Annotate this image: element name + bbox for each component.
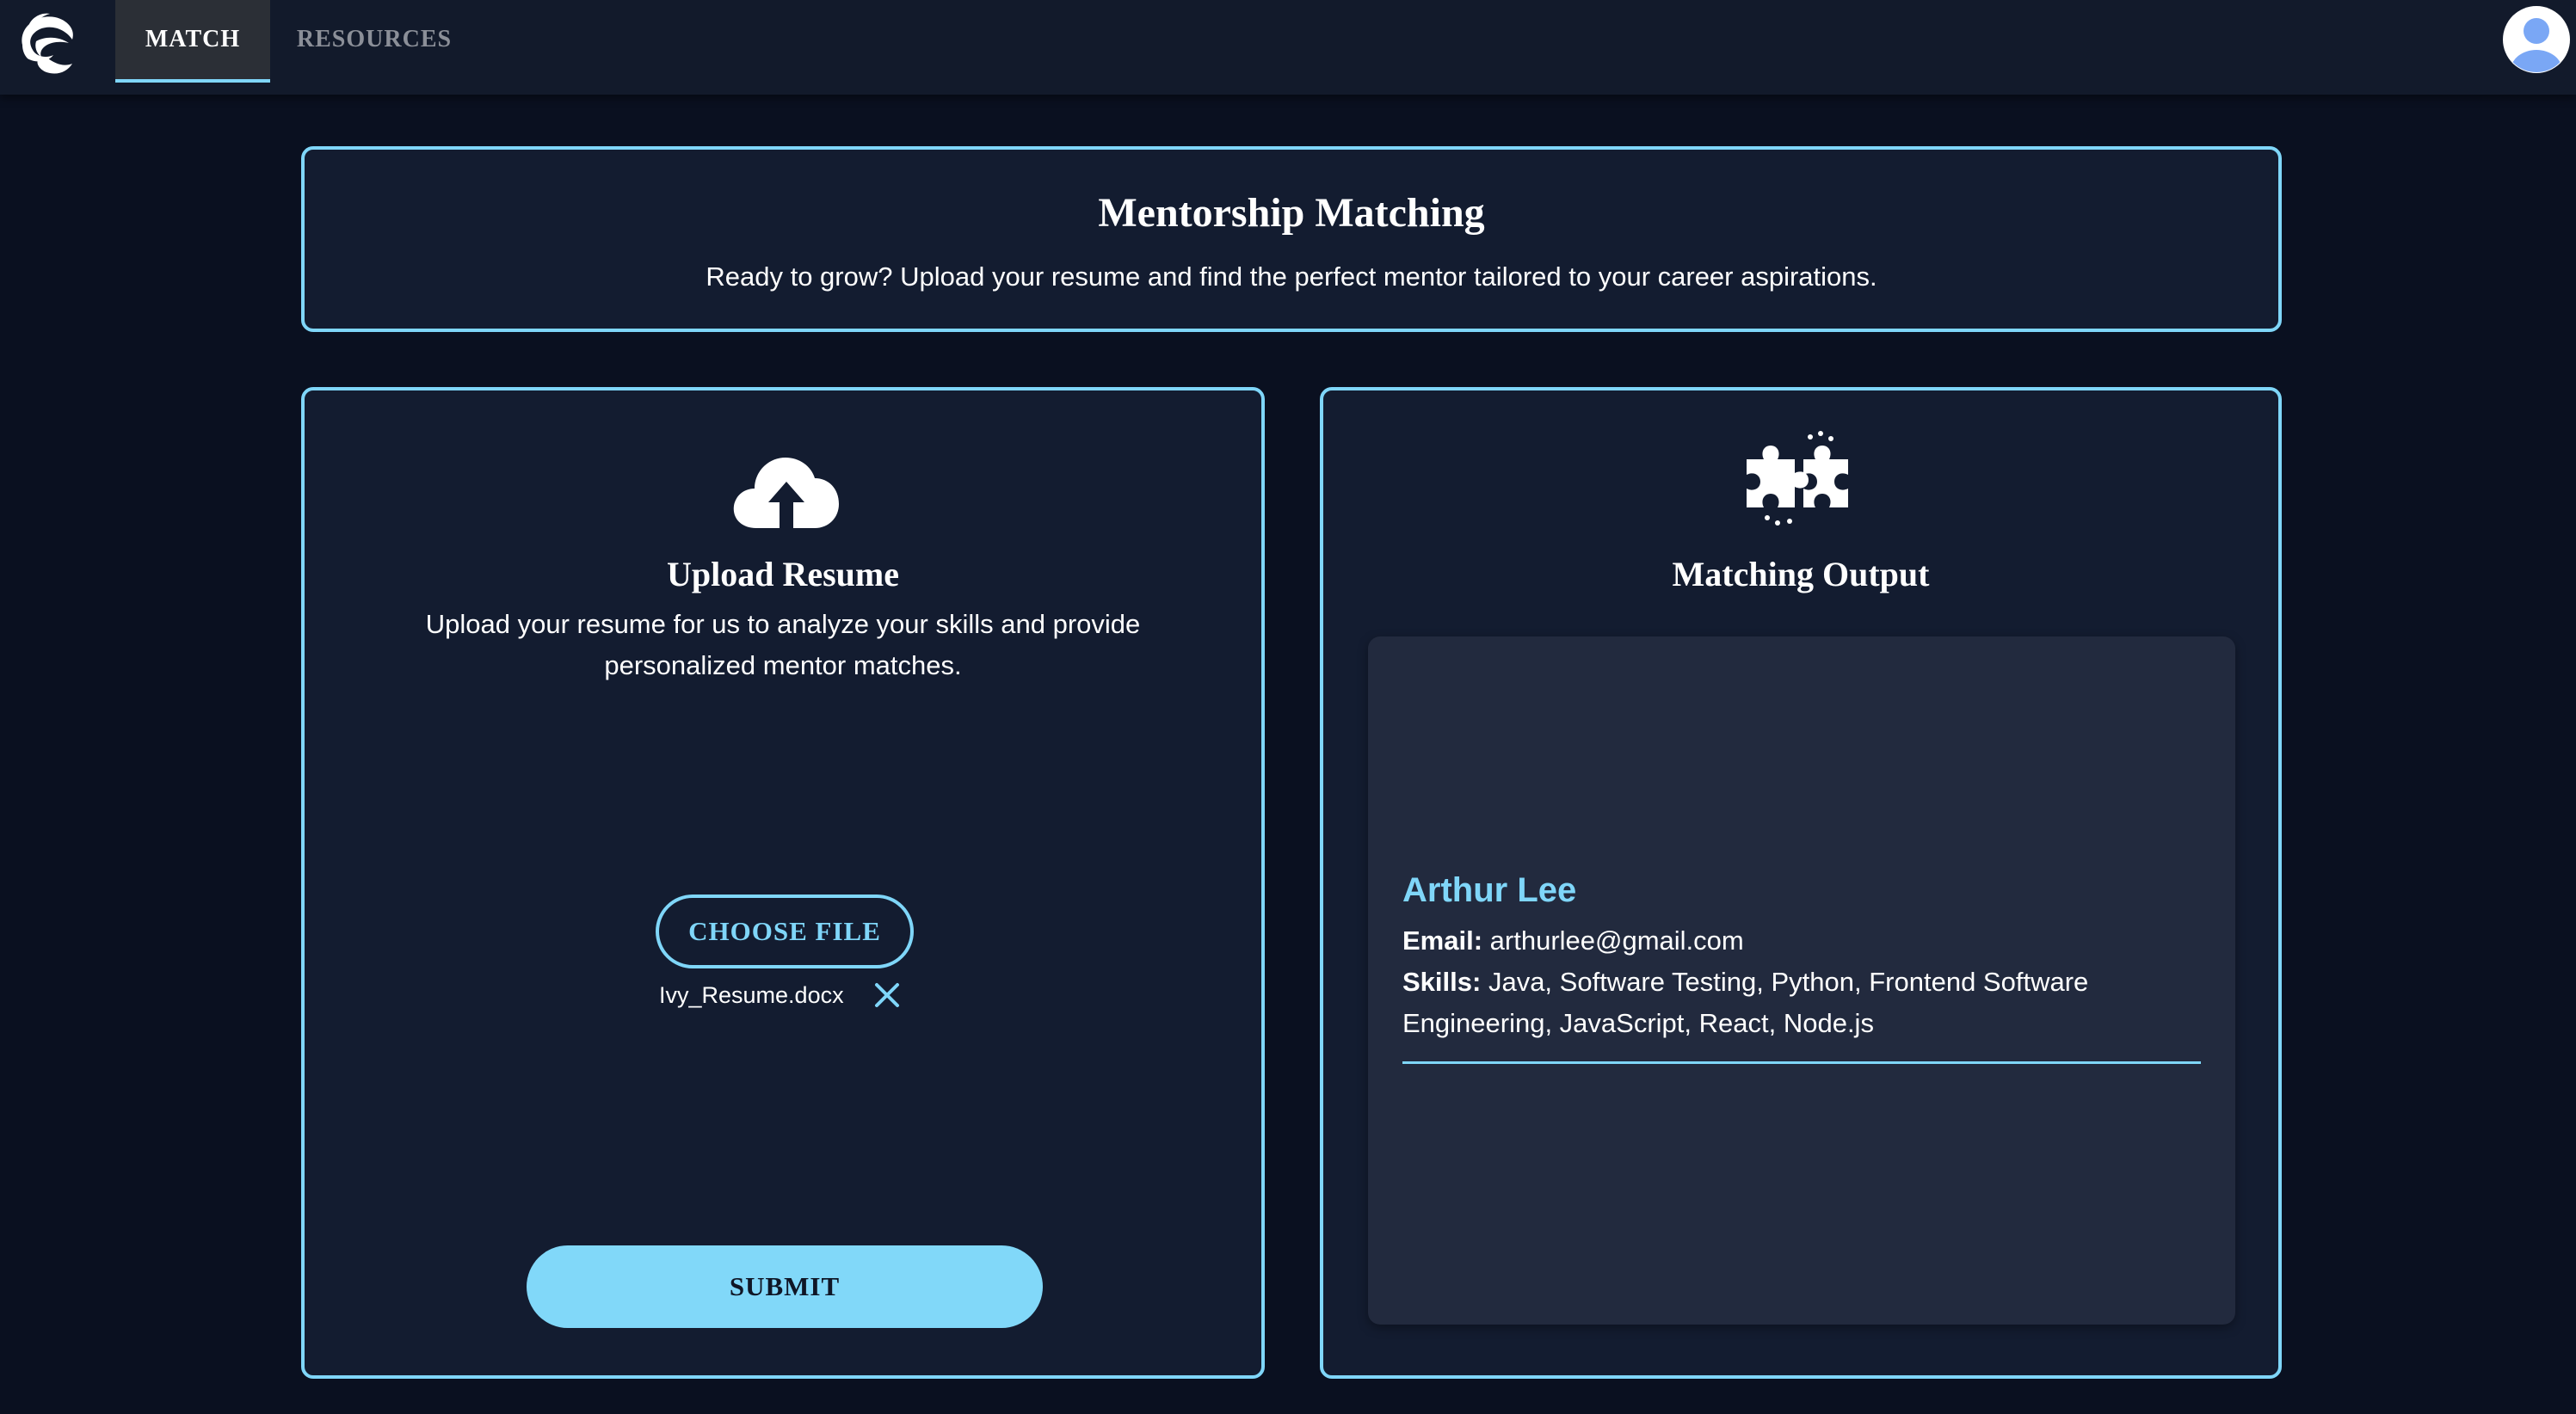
tab-resources[interactable]: RESOURCES <box>284 0 465 79</box>
match-results-panel: Arthur Lee Email: arthurlee@gmail.com Sk… <box>1368 636 2235 1325</box>
upload-title: Upload Resume <box>666 555 900 593</box>
tab-match-label: MATCH <box>145 26 241 52</box>
submit-button[interactable]: SUBMIT <box>527 1245 1043 1328</box>
matching-output-card: Matching Output Arthur Lee Email: arthur… <box>1320 387 2282 1379</box>
mentor-email-label: Email: <box>1402 925 1483 956</box>
user-avatar-icon[interactable] <box>2502 5 2571 74</box>
selected-file-name: Ivy_Resume.docx <box>659 982 844 1008</box>
page-title: Mentorship Matching <box>1098 190 1485 236</box>
tab-match[interactable]: MATCH <box>115 0 270 83</box>
mentor-skills: Java, Software Testing, Python, Frontend… <box>1402 967 2089 1038</box>
tab-resources-label: RESOURCES <box>296 26 453 52</box>
mentor-email-row: Email: arthurlee@gmail.com <box>1402 920 2203 962</box>
puzzle-icon <box>1747 431 1848 526</box>
mentor-divider <box>1402 1061 2201 1064</box>
mentor-match-item: Arthur Lee Email: arthurlee@gmail.com Sk… <box>1402 869 2203 1064</box>
logo-icon[interactable] <box>10 7 83 79</box>
top-nav-bar: MATCH RESOURCES <box>0 0 2576 95</box>
upload-description: Upload your resume for us to analyze you… <box>425 609 1141 680</box>
mentor-skills-row: Skills: Java, Software Testing, Python, … <box>1402 962 2203 1044</box>
page-subtitle: Ready to grow? Upload your resume and fi… <box>706 261 1877 292</box>
cloud-upload-icon <box>733 458 839 528</box>
close-icon[interactable] <box>872 981 902 1010</box>
choose-file-button[interactable]: CHOOSE FILE <box>656 895 914 968</box>
mentor-email: arthurlee@gmail.com <box>1489 925 1744 956</box>
mentor-name: Arthur Lee <box>1402 871 1577 909</box>
output-title: Matching Output <box>1672 555 1930 593</box>
mentor-skills-label: Skills: <box>1402 967 1482 997</box>
upload-resume-card: Upload Resume Upload your resume for us … <box>301 387 1265 1379</box>
page-header-card: Mentorship Matching Ready to grow? Uploa… <box>301 146 2282 332</box>
